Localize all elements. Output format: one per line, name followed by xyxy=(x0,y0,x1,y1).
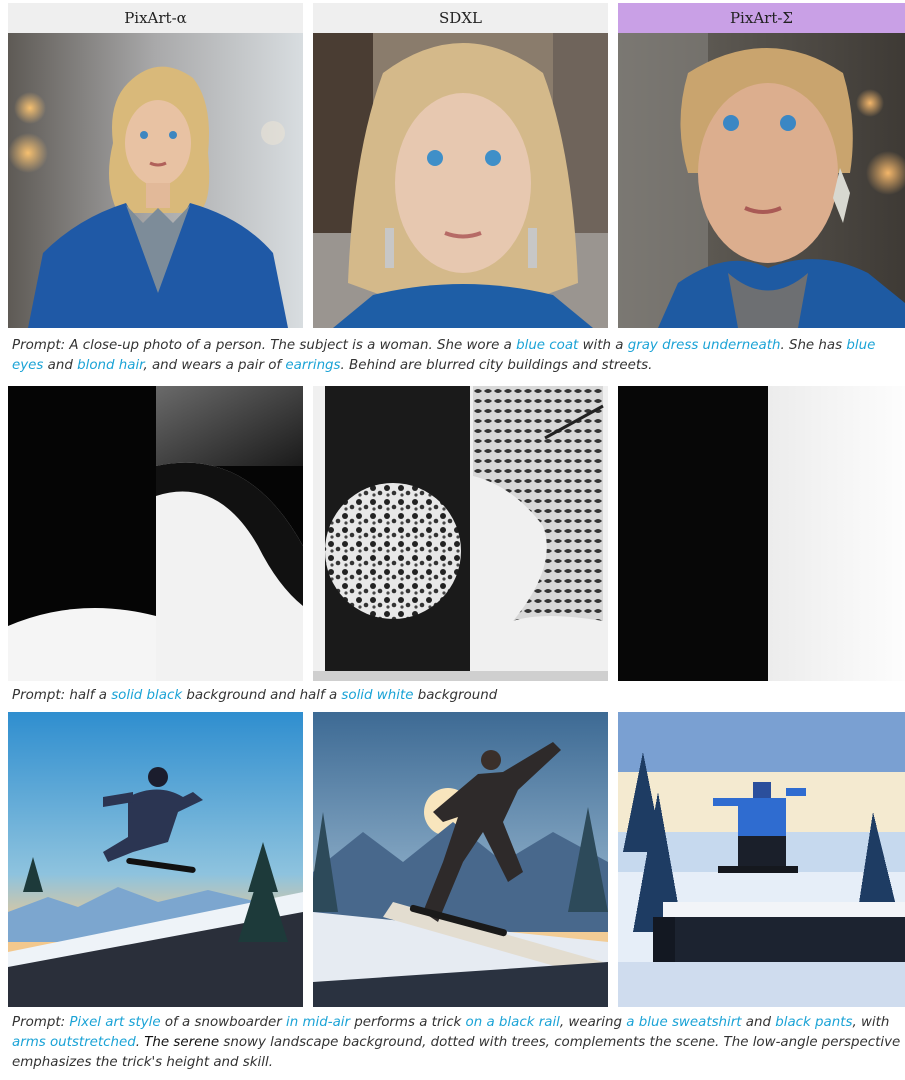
caption-text: Prompt: half a xyxy=(12,688,112,703)
caption-text: and xyxy=(741,1015,776,1030)
caption-highlight: blond hair xyxy=(77,358,144,373)
caption-text: . xyxy=(135,1035,145,1050)
caption-text: . Behind are blurred city buildings and … xyxy=(340,358,653,373)
caption-highlight: solid white xyxy=(341,688,414,703)
caption-text: with a xyxy=(578,338,628,353)
caption-highlight: black pants xyxy=(775,1015,853,1030)
caption-text: The serene xyxy=(144,1035,220,1050)
image-snowboarder-sdxl xyxy=(313,712,608,1007)
image-blackwhite-pixart-alpha xyxy=(8,386,303,681)
caption-highlight: on a black rail xyxy=(465,1015,560,1030)
image-blackwhite-sdxl xyxy=(313,386,608,681)
caption-text: and xyxy=(43,358,78,373)
image-portrait-pixart-alpha xyxy=(8,33,303,328)
caption-text: , with xyxy=(852,1015,890,1030)
header-pixart-sigma: PixArt-Σ xyxy=(618,3,905,33)
image-snowboarder-pixart-alpha xyxy=(8,712,303,1007)
image-portrait-pixart-sigma xyxy=(618,33,905,328)
caption-highlight: gray dress underneath xyxy=(627,338,781,353)
caption-text: Prompt: xyxy=(12,1015,70,1030)
caption-text: . She has xyxy=(780,338,847,353)
image-portrait-sdxl xyxy=(313,33,608,328)
image-blackwhite-pixart-sigma xyxy=(618,386,905,681)
caption-highlight: in mid-air xyxy=(286,1015,351,1030)
caption-text: of a snowboarder xyxy=(160,1015,287,1030)
header-pixart-alpha: PixArt-α xyxy=(8,3,303,33)
caption-text: background xyxy=(413,688,498,703)
caption-text: performs a trick xyxy=(350,1015,466,1030)
caption-highlight: solid black xyxy=(111,688,183,703)
caption-row3: Prompt: Pixel art style of a snowboarder… xyxy=(12,1013,902,1073)
caption-highlight: arms outstretched xyxy=(12,1035,136,1050)
caption-row2: Prompt: half a solid black background an… xyxy=(12,686,902,706)
caption-highlight: earrings xyxy=(285,358,341,373)
header-sdxl: SDXL xyxy=(313,3,608,33)
caption-row1: Prompt: A close-up photo of a person. Th… xyxy=(12,336,902,376)
caption-highlight: a blue sweatshirt xyxy=(626,1015,742,1030)
caption-text: , and wears a pair of xyxy=(143,358,286,373)
caption-highlight: blue coat xyxy=(516,338,579,353)
caption-text: , wearing xyxy=(559,1015,627,1030)
caption-highlight: Pixel art style xyxy=(69,1015,161,1030)
caption-text: background and half a xyxy=(182,688,342,703)
image-snowboarder-pixart-sigma xyxy=(618,712,905,1007)
caption-text: Prompt: A close-up photo of a person. Th… xyxy=(12,338,517,353)
